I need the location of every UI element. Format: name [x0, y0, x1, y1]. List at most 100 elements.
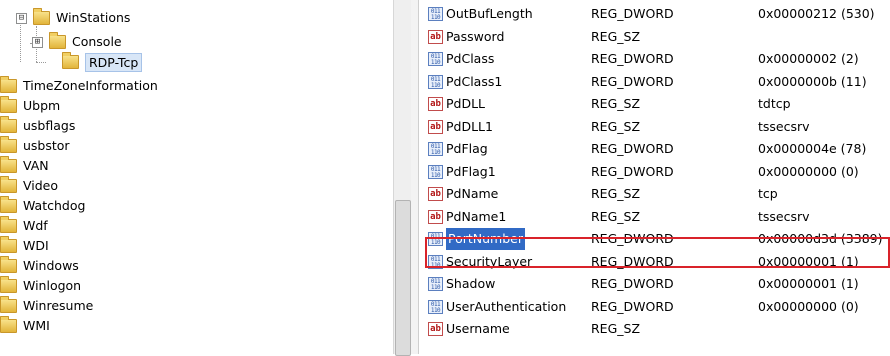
expand-icon[interactable]: ⊞ [32, 36, 43, 48]
binary-value-icon: 011 110 [428, 142, 443, 156]
binary-value-icon: 011 110 [428, 254, 443, 269]
value-type: REG_SZ [591, 118, 641, 134]
value-name: PdFlag1 [446, 163, 496, 179]
binary-value-icon: 011 110 [428, 164, 443, 179]
value-type: REG_DWORD [591, 298, 674, 314]
value-name-cell: 011 110 PdClass1 [428, 71, 502, 93]
value-type: REG_SZ [591, 28, 641, 44]
tree-item-label: Winresume [23, 298, 94, 313]
tree-item-label: usbflags [23, 118, 76, 133]
folder-icon [0, 156, 17, 173]
value-name-cell: 011 110 UserAuthentication [428, 296, 566, 318]
tree-item-windows[interactable]: Windows [0, 256, 79, 276]
binary-value-icon: 011 110 [428, 74, 443, 89]
value-name-cell: 011 110 Shadow [428, 273, 495, 295]
value-type: REG_DWORD [591, 253, 674, 269]
value-data: 0x00000001 (1) [758, 276, 859, 291]
tree-item-label: WMI [23, 318, 50, 333]
value-type: REG_DWORD [591, 276, 674, 291]
value-name: Shadow [446, 276, 496, 291]
value-name-cell: ab PdName [428, 183, 498, 205]
string-value-icon: ab [428, 119, 443, 134]
value-type: REG_SZ [591, 186, 641, 201]
tree-item-label: Windows [23, 258, 79, 273]
value-type: REG_DWORD [591, 141, 674, 156]
value-type: REG_DWORD [591, 6, 674, 21]
binary-value-icon: 011 110 [428, 52, 443, 66]
value-name-cell: ab Password [428, 26, 504, 48]
folder-icon [0, 136, 17, 153]
value-data: tdtcp [758, 96, 791, 111]
tree-item-label: RDP-Tcp [85, 52, 143, 72]
value-name: UserAuthentication [446, 298, 567, 314]
string-value-icon: ab [428, 187, 443, 201]
tree-item-console[interactable]: ⊞ Console [32, 32, 122, 52]
tree-item-usbflags[interactable]: usbflags [0, 116, 75, 136]
tree-item-rdp-tcp[interactable]: RDP-Tcp [62, 52, 143, 72]
value-name: PortNumber [446, 228, 525, 250]
folder-icon [62, 52, 79, 69]
value-name: OutBufLength [446, 6, 533, 21]
value-name: Password [446, 28, 505, 44]
value-data: tssecsrv [758, 118, 810, 134]
value-type: REG_DWORD [591, 73, 674, 89]
value-name: PdClass1 [446, 73, 503, 89]
tree-item-label: WDI [23, 238, 49, 253]
tree-item-label: Video [23, 178, 59, 193]
tree-item-timezoneinformation[interactable]: TimeZoneInformation [0, 76, 158, 96]
folder-icon [0, 176, 17, 193]
value-name-cell: 011 110 PortNumber [428, 228, 525, 250]
tree-item-wdf[interactable]: Wdf [0, 216, 48, 236]
value-data: 0x00000000 (0) [758, 298, 859, 314]
collapse-icon[interactable]: ⊟ [16, 12, 27, 24]
binary-value-icon: 011 110 [428, 7, 443, 21]
value-data: 0x00000000 (0) [758, 163, 859, 179]
tree-item-video[interactable]: Video [0, 176, 58, 196]
string-value-icon: ab [428, 97, 443, 111]
value-type: REG_SZ [591, 208, 641, 224]
tree-item-label: Winlogon [23, 278, 82, 293]
value-name: PdClass [446, 51, 495, 66]
binary-value-icon: 011 110 [428, 299, 443, 314]
tree-item-label: Ubpm [23, 98, 61, 113]
value-data: 0x0000004e (78) [758, 141, 867, 156]
tree-scrollbar[interactable] [393, 0, 412, 356]
folder-icon [49, 32, 66, 49]
value-data: 0x00000001 (1) [758, 253, 859, 269]
value-name-cell: ab PdName1 [428, 206, 506, 228]
value-name: Username [446, 321, 510, 336]
value-name: PdDLL1 [446, 118, 493, 134]
value-data: 0x00000002 (2) [758, 51, 859, 66]
folder-icon [0, 96, 17, 113]
value-type: REG_DWORD [591, 231, 674, 246]
tree-item-ubpm[interactable]: Ubpm [0, 96, 60, 116]
pane-splitter[interactable] [411, 0, 419, 354]
folder-icon [0, 236, 17, 253]
tree-item-usbstor[interactable]: usbstor [0, 136, 70, 156]
scrollbar-thumb[interactable] [395, 200, 411, 356]
value-name-cell: 011 110 PdClass [428, 48, 494, 70]
tree-item-label: Watchdog [23, 198, 86, 213]
value-name-cell: 011 110 OutBufLength [428, 3, 533, 25]
folder-icon [0, 316, 17, 333]
folder-icon [0, 76, 17, 93]
binary-value-icon: 011 110 [428, 277, 443, 291]
string-value-icon: ab [428, 29, 443, 44]
value-type: REG_DWORD [591, 51, 674, 66]
tree-item-winstations[interactable]: ⊟ WinStations [16, 8, 130, 28]
tree-item-winresume[interactable]: Winresume [0, 296, 93, 316]
value-data: tcp [758, 186, 778, 201]
folder-icon [0, 116, 17, 133]
value-name-cell: 011 110 PdFlag [428, 138, 488, 160]
value-type: REG_SZ [591, 96, 641, 111]
tree-item-wdi[interactable]: WDI [0, 236, 49, 256]
tree-item-wmi[interactable]: WMI [0, 316, 50, 336]
tree-item-van[interactable]: VAN [0, 156, 49, 176]
tree-item-winlogon[interactable]: Winlogon [0, 276, 81, 296]
tree-item-label: TimeZoneInformation [23, 78, 158, 93]
registry-key-tree: ⊟ WinStations ⊞ Console RDP-Tcp TimeZone… [0, 0, 390, 354]
folder-icon [0, 256, 17, 273]
tree-item-label: Console [72, 34, 122, 49]
tree-item-watchdog[interactable]: Watchdog [0, 196, 85, 216]
value-name-cell: ab Username [428, 318, 510, 340]
